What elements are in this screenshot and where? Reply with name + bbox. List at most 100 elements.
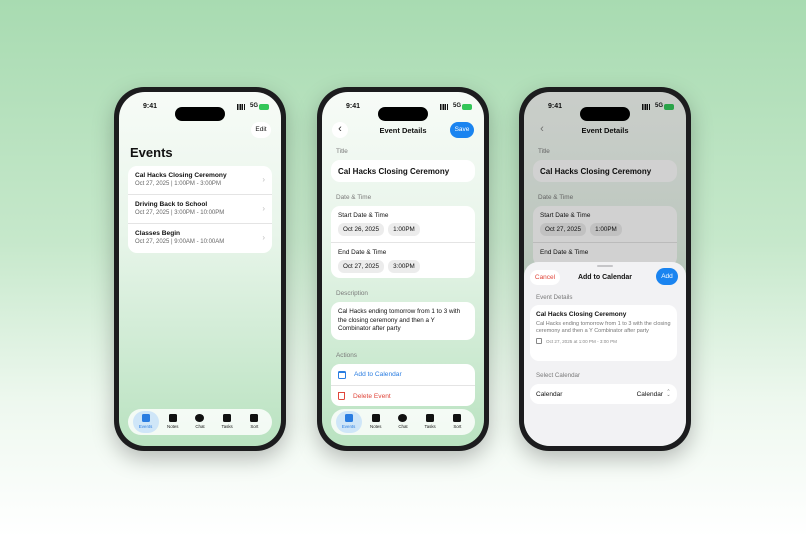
page-title: Events — [130, 145, 173, 160]
tab-sort[interactable]: Sort — [444, 411, 470, 433]
calendar-label: Calendar — [536, 390, 563, 398]
tab-label: Sort — [250, 424, 259, 429]
event-details-label: Event Details — [536, 294, 573, 301]
save-button[interactable]: Save — [450, 122, 474, 138]
description-field[interactable]: Cal Hacks ending tomorrow from 1 to 3 wi… — [331, 302, 475, 340]
start-date-picker[interactable]: Oct 26, 2025 — [338, 223, 385, 236]
event-name: Classes Begin — [135, 230, 181, 237]
tab-label: Chat — [398, 424, 408, 429]
events-list: Cal Hacks Closing Ceremony Oct 27, 2025 … — [128, 166, 272, 253]
signal-icon — [440, 104, 448, 110]
chevron-right-icon: › — [262, 233, 265, 242]
tab-label: Notes — [167, 424, 179, 429]
tab-label: Chat — [195, 424, 205, 429]
sheet-grabber[interactable] — [597, 265, 613, 267]
tab-notes[interactable]: Notes — [160, 411, 186, 433]
chevron-right-icon: › — [262, 175, 265, 184]
status-bar: 9:41 5G — [322, 101, 484, 121]
section-label-description: Description — [336, 290, 368, 297]
phone-event-details: 9:41 5G ‹ Event Details Save Title Cal H… — [317, 87, 489, 451]
chevron-up-down-icon: ⌃ ⌄ — [666, 389, 671, 398]
event-detail: Oct 27, 2025 | 1:00PM - 3:00PM — [135, 181, 221, 187]
tab-label: Events — [341, 424, 356, 429]
status-bar: 9:41 5G — [119, 101, 281, 121]
event-preview-card: Cal Hacks Closing Ceremony Cal Hacks end… — [530, 305, 677, 361]
add-button[interactable]: Add — [656, 268, 678, 285]
delete-event-label: Delete Event — [353, 392, 391, 400]
chat-bubble-icon — [195, 414, 205, 422]
document-icon — [371, 414, 380, 422]
edit-button[interactable]: Edit — [251, 122, 271, 138]
tab-events[interactable]: Events — [132, 411, 159, 433]
tab-chat[interactable]: Chat — [390, 411, 416, 433]
section-label-datetime: Date & Time — [336, 194, 372, 201]
tab-events[interactable]: Events — [335, 411, 362, 433]
calendar-icon — [141, 414, 150, 422]
preview-event-date: Oct 27, 2025 at 1:00 PM - 3:00 PM — [536, 338, 671, 344]
calendar-select[interactable]: Calendar Calendar ⌃ ⌄ — [530, 384, 677, 404]
list-item[interactable]: Driving Back to School Oct 27, 2025 | 3:… — [128, 195, 272, 224]
clipboard-icon — [223, 414, 232, 422]
signal-icon — [237, 104, 245, 110]
network-label: 5G — [249, 103, 258, 109]
event-detail: Oct 27, 2025 | 3:00PM - 10:00PM — [135, 210, 225, 216]
phone-add-to-calendar: 9:41 5G ‹ Event Details Title Cal Hacks … — [519, 87, 691, 451]
end-time-picker[interactable]: 3:00PM — [388, 260, 420, 273]
tab-chat[interactable]: Chat — [187, 411, 213, 433]
chat-bubble-icon — [398, 414, 408, 422]
tab-label: Sort — [453, 424, 462, 429]
event-name: Cal Hacks Closing Ceremony — [135, 172, 227, 179]
preview-date-text: Oct 27, 2025 at 1:00 PM - 3:00 PM — [546, 338, 617, 344]
end-datetime: End Date & Time Oct 27, 2025 3:00PM — [331, 242, 475, 278]
start-label: Start Date & Time — [338, 212, 389, 219]
list-item[interactable]: Classes Begin Oct 27, 2025 | 9:00AM - 10… — [128, 224, 272, 253]
title-field[interactable]: Cal Hacks Closing Ceremony — [331, 160, 475, 182]
end-date-picker[interactable]: Oct 27, 2025 — [338, 260, 385, 273]
start-time-picker[interactable]: 1:00PM — [388, 223, 420, 236]
tab-label: Notes — [370, 424, 382, 429]
add-to-calendar-label: Add to Calendar — [354, 371, 402, 378]
calendar-value: Calendar — [636, 390, 663, 398]
tab-tasks[interactable]: Tasks — [214, 411, 240, 433]
dynamic-island — [175, 107, 225, 121]
chevron-right-icon: › — [262, 204, 265, 213]
details-screen: 9:41 5G ‹ Event Details Save Title Cal H… — [322, 92, 484, 446]
tab-label: Events — [138, 424, 153, 429]
actions-card: Add to Calendar Delete Event — [331, 364, 475, 406]
calendar-icon — [338, 370, 346, 379]
battery-icon — [259, 104, 269, 110]
preview-event-description: Cal Hacks ending tomorrow from 1 to 3 wi… — [536, 321, 671, 334]
calendar-icon — [344, 414, 353, 422]
status-time: 9:41 — [143, 103, 158, 110]
add-to-calendar-sheet: Cancel Add to Calendar Add Event Details… — [524, 262, 686, 446]
tray-icon — [250, 414, 259, 422]
list-item[interactable]: Cal Hacks Closing Ceremony Oct 27, 2025 … — [128, 166, 272, 195]
end-label: End Date & Time — [338, 249, 387, 256]
dynamic-island — [378, 107, 428, 121]
clipboard-icon — [426, 414, 435, 422]
select-calendar-label: Select Calendar — [536, 372, 581, 379]
event-detail: Oct 27, 2025 | 9:00AM - 10:00AM — [135, 239, 225, 245]
section-label-title: Title — [336, 148, 348, 155]
preview-event-name: Cal Hacks Closing Ceremony — [536, 311, 627, 318]
trash-icon — [338, 392, 345, 400]
add-calendar-screen: 9:41 5G ‹ Event Details Title Cal Hacks … — [524, 92, 686, 446]
status-time: 9:41 — [346, 103, 361, 110]
phone-events: 9:41 5G Edit Events Cal Hacks Closing Ce… — [114, 87, 286, 451]
battery-icon — [462, 104, 472, 110]
calendar-icon — [536, 338, 542, 344]
tab-label: Tasks — [221, 424, 233, 429]
events-screen: 9:41 5G Edit Events Cal Hacks Closing Ce… — [119, 92, 281, 446]
document-icon — [168, 414, 177, 422]
network-label: 5G — [452, 103, 461, 109]
tab-bar: Events Notes Chat Tasks Sort — [331, 409, 475, 435]
add-to-calendar-button[interactable]: Add to Calendar — [331, 364, 475, 385]
tab-notes[interactable]: Notes — [363, 411, 389, 433]
section-label-actions: Actions — [336, 352, 357, 359]
tab-tasks[interactable]: Tasks — [417, 411, 443, 433]
event-name: Driving Back to School — [135, 201, 208, 208]
tab-bar: Events Notes Chat Tasks Sort — [128, 409, 272, 435]
delete-event-button[interactable]: Delete Event — [331, 385, 475, 406]
tab-sort[interactable]: Sort — [241, 411, 267, 433]
tray-icon — [453, 414, 462, 422]
